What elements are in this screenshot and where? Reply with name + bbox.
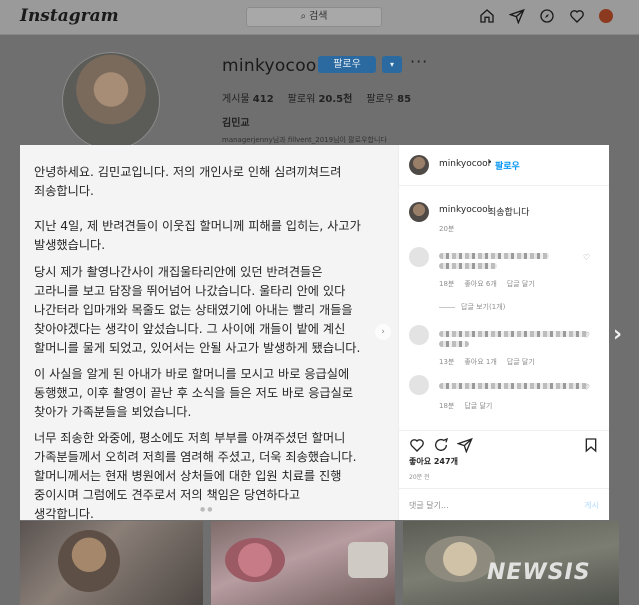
comment-text-blurred [439, 331, 589, 337]
bookmark-icon[interactable] [583, 437, 599, 453]
comment-like-icon[interactable]: ♡ [583, 331, 590, 340]
author-username[interactable]: minkyocool [439, 159, 490, 169]
post-paragraph-3: 당시 제가 촬영나간사이 개집울타리안에 있던 반려견들은 고라니를 보고 담장… [34, 265, 361, 355]
profile-full-name: 김민교 [222, 118, 250, 129]
newsis-watermark: NEWSIS [487, 560, 591, 585]
comment-input[interactable]: 댓글 달기... [409, 500, 449, 511]
profile-picture[interactable] [62, 52, 160, 150]
comment-text-blurred [439, 383, 589, 389]
comment-icon[interactable] [433, 437, 449, 453]
profile-avatar[interactable] [599, 9, 613, 23]
grid-post-2-mug-image [348, 542, 388, 578]
next-post-chevron-icon[interactable]: › [613, 322, 622, 347]
carousel-next-icon[interactable]: › [375, 324, 391, 340]
search-input[interactable]: ⌕ 검색 [246, 7, 382, 27]
comment-text-blurred [439, 341, 469, 347]
follow-button[interactable]: 팔로우 [318, 56, 376, 73]
carousel-indicator: ●● [200, 506, 215, 513]
comment-text-blurred [439, 263, 497, 269]
view-replies-link[interactable]: 답글 보기(1개) [439, 302, 505, 312]
nav-icons [479, 8, 613, 24]
caption-avatar[interactable] [409, 202, 429, 222]
followers-count[interactable]: 팔로워 20.5천 [288, 90, 353, 105]
search-icon: ⌕ [300, 11, 307, 22]
search-placeholder: 검색 [309, 11, 328, 22]
author-avatar[interactable] [409, 155, 429, 175]
post-details-panel: minkyocool • 팔로우 minkyocool 죄송합니다 20분 ♡ … [398, 145, 609, 520]
comment-avatar[interactable] [409, 325, 429, 345]
direct-icon[interactable] [509, 8, 525, 24]
caption-username[interactable]: minkyocool [439, 205, 490, 215]
grid-post-1-image [58, 530, 120, 592]
comment-avatar[interactable] [409, 375, 429, 395]
comment-meta: 13분 좋아요 1개 답글 달기 [439, 358, 535, 366]
following-count[interactable]: 팔로우 85 [366, 90, 411, 105]
add-comment-bar: 댓글 달기... 게시 [399, 488, 609, 521]
post-image: 안녕하세요. 김민교입니다. 저의 개인사로 인해 심려끼쳐드려 죄송합니다. … [20, 145, 398, 521]
comment-meta: 18분 답글 달기 [439, 402, 493, 410]
home-icon[interactable] [479, 8, 495, 24]
posts-count: 게시물 412 [222, 94, 274, 105]
more-options-icon[interactable]: ··· [410, 52, 428, 71]
heart-icon[interactable] [569, 8, 585, 24]
likes-count[interactable]: 좋아요 247개 [409, 456, 458, 467]
post-paragraph-4: 이 사실을 알게 된 아내가 바로 할머니를 모시고 바로 응급실에 동행했고,… [34, 367, 354, 419]
comment-like-icon[interactable]: ♡ [583, 383, 590, 392]
header-follow-button[interactable]: 팔로우 [495, 159, 520, 172]
comment-text-blurred [439, 253, 549, 259]
comment-like-icon[interactable]: ♡ [583, 253, 590, 262]
grid-post-2-image [225, 538, 285, 582]
share-icon[interactable] [457, 437, 473, 453]
instagram-logo[interactable]: Instagram [20, 6, 119, 26]
top-navigation: Instagram ⌕ 검색 [0, 0, 639, 35]
like-heart-icon[interactable] [409, 437, 425, 453]
comment-meta: 18분 좋아요 6개 답글 달기 [439, 280, 535, 288]
header-separator: • [487, 158, 493, 168]
post-actions [399, 430, 609, 453]
post-comment-button[interactable]: 게시 [584, 500, 599, 511]
post-header: minkyocool • 팔로우 [399, 145, 609, 186]
caption-time: 20분 [439, 225, 455, 233]
grid-post-3-image [425, 536, 495, 582]
post-paragraph-2: 지난 4일, 제 반려견들이 이웃집 할머니께 피해를 입히는, 사고가 발생했… [34, 219, 361, 252]
followed-by-text: managerjenny님과 fillvent_2019님이 팔로우합니다 [222, 136, 387, 144]
profile-stats: 게시물 412 팔로워 20.5천 팔로우 85 [222, 90, 411, 105]
post-paragraph-1: 안녕하세요. 김민교입니다. 저의 개인사로 인해 심려끼쳐드려 죄송합니다. [34, 165, 342, 198]
post-timestamp: 20분 전 [409, 474, 430, 481]
caption-text: 죄송합니다 [488, 208, 530, 218]
comment-avatar[interactable] [409, 247, 429, 267]
profile-username: minkyocool [222, 56, 322, 76]
suggestions-dropdown-button[interactable]: ▾ [382, 56, 402, 73]
explore-icon[interactable] [539, 8, 555, 24]
